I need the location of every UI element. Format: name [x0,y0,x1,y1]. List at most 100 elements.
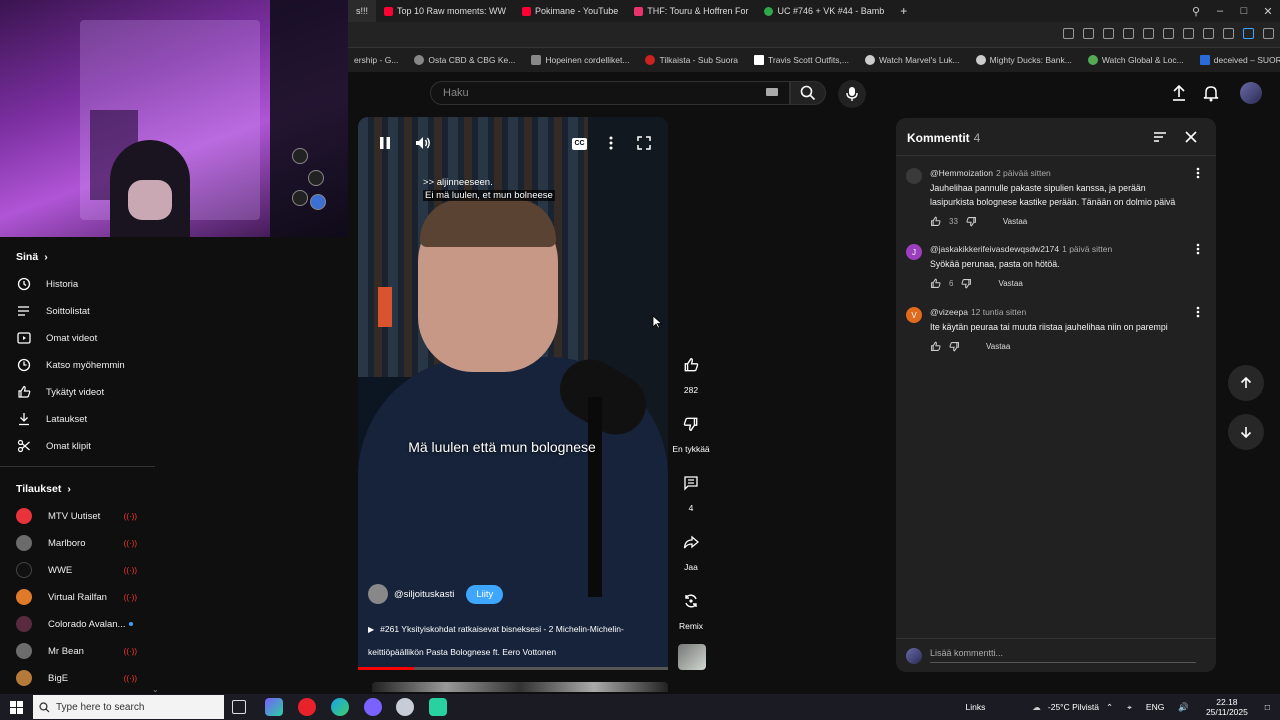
remix-sound-thumbnail[interactable] [678,644,706,670]
links-toolbar[interactable]: Links [966,702,986,712]
app-icon[interactable] [396,698,414,716]
search-input[interactable]: Haku [430,81,790,105]
commenter-avatar[interactable] [906,168,922,184]
weather-text[interactable]: -25°C Pilvistä [1048,702,1099,712]
wallet-icon[interactable] [1223,28,1234,39]
search-button[interactable] [790,81,826,105]
bookmark-item[interactable]: Watch Marvel's Luk... [859,55,966,65]
comment-more-icon[interactable] [1194,166,1202,180]
comment-author[interactable]: @jaskakikkerifeivasdewqsdw2174 [930,244,1059,254]
channel-avatar[interactable] [368,584,388,604]
sidebar-item-playlists[interactable]: Soittolistat [16,300,155,322]
volume-icon[interactable] [414,135,432,151]
bookmark-item[interactable]: Osta CBD & CBG Ke... [408,55,521,65]
sort-icon[interactable] [1153,130,1167,144]
comment-dislike-icon[interactable] [961,278,972,289]
subscription-mr-bean[interactable]: Mr Bean ((·)) [16,640,155,662]
add-comment-input[interactable]: Lisää kommentti... [930,648,1196,663]
edit-icon[interactable] [1063,28,1074,39]
language-indicator[interactable]: ENG [1146,702,1164,712]
bookmark-item[interactable]: deceived – SUORAT... [1194,55,1280,65]
join-button[interactable]: Liity [466,584,504,604]
video-title[interactable]: ▶ #261 Yksityiskohdat ratkaisevat bisneks… [368,618,658,663]
sidebar-item-downloads[interactable]: Lataukset [16,408,155,430]
bookmark-item[interactable]: Tilkaista - Sub Suora [639,55,744,65]
shield-icon[interactable] [1103,28,1114,39]
subscription-wwe[interactable]: WWE ((·)) [16,559,155,581]
browser-tab[interactable]: Pokimane - YouTube [514,0,626,22]
sidebar-subscriptions-header[interactable]: Tilaukset › [16,483,71,495]
comment-author[interactable]: @vizeepa [930,307,968,317]
comment-author[interactable]: @Hemmoization [930,168,993,178]
chevron-down-icon[interactable]: ⌄ [152,685,159,694]
comment-more-icon[interactable] [1194,242,1202,256]
comment-dislike-icon[interactable] [966,216,977,227]
comment-more-icon[interactable] [1194,305,1202,319]
commenter-avatar[interactable]: V [906,307,922,323]
volume-icon[interactable]: 🔊 [1178,702,1189,713]
camera-icon[interactable] [1083,28,1094,39]
reply-button[interactable]: Vastaa [1003,217,1027,226]
sidebar-item-liked-videos[interactable]: Tykätyt videot [16,381,155,403]
browser-tab[interactable]: THF: Touru & Hoffren For [626,0,756,22]
reply-button[interactable]: Vastaa [986,342,1010,351]
keyboard-icon[interactable] [766,88,778,96]
start-button[interactable] [0,694,32,720]
close-icon[interactable] [1184,130,1198,144]
previous-short-button[interactable] [1228,365,1264,401]
subscription-mtv-uutiset[interactable]: MTV Uutiset ((·)) [16,505,155,527]
opera-gx-icon[interactable] [298,698,316,716]
task-view-icon[interactable] [232,700,246,714]
comment-like-icon[interactable] [930,278,941,289]
browser-tab[interactable]: Top 10 Raw moments: WW [376,0,514,22]
pause-icon[interactable] [378,135,392,151]
clock[interactable]: 22.18 25/11/2025 [1206,697,1248,717]
reply-button[interactable]: Vastaa [998,279,1022,288]
bookmark-item[interactable]: Watch Global & Loc... [1082,55,1190,65]
captions-icon[interactable]: CC [572,138,587,150]
share-button[interactable] [676,527,706,557]
dislike-button[interactable] [676,409,706,439]
taskbar-app-icon[interactable] [265,698,283,716]
fullscreen-icon[interactable] [636,135,652,151]
network-icon[interactable]: ⌖ [1127,702,1132,713]
video-progress-bar[interactable] [358,667,668,670]
notifications-bell-icon[interactable] [1202,84,1220,102]
upload-icon[interactable] [1170,84,1188,102]
comment-dislike-icon[interactable] [949,341,960,352]
download-icon[interactable] [1183,28,1194,39]
comment-like-icon[interactable] [930,341,941,352]
subscription-bige[interactable]: BigE ((·)) [16,667,155,689]
comment-like-icon[interactable] [930,216,941,227]
comments-button[interactable] [676,468,706,498]
sidebar-item-watch-later[interactable]: Katso myöhemmin [16,354,155,376]
bookmark-item[interactable]: Hopeinen cordelliket... [525,55,635,65]
subscription-colorado-avalanche[interactable]: Colorado Avalan... [16,613,155,635]
minimize-button[interactable]: – [1208,5,1232,17]
channel-handle[interactable]: @siljoituskasti [394,589,454,600]
vpn-icon[interactable] [1263,28,1274,39]
commenter-avatar[interactable]: J [906,244,922,260]
chevron-up-icon[interactable]: ⌃ [1106,702,1113,713]
next-short-preview[interactable] [372,682,668,692]
browser-search-icon[interactable]: ⚲ [1184,5,1208,18]
sidebar-you-header[interactable]: Sinä › [16,251,48,263]
browser-tab[interactable]: s!!! [348,0,377,22]
subscription-marlboro[interactable]: Marlboro ((·)) [16,532,155,554]
app-icon[interactable] [429,698,447,716]
subscription-virtual-railfan[interactable]: Virtual Railfan ((·)) [16,586,155,608]
voice-search-button[interactable] [838,80,866,108]
sidebar-item-your-videos[interactable]: Omat videot [16,327,155,349]
remix-button[interactable] [676,586,706,616]
sidebar-item-clips[interactable]: Omat klipit [16,435,155,457]
extension-icon[interactable] [1123,28,1134,39]
notification-center-icon[interactable]: □ [1265,702,1270,712]
like-button[interactable] [676,350,706,380]
browser-tab[interactable]: UC #746 + VK #44 - Bamb [756,0,892,22]
bookmark-item[interactable]: ership - G... [348,55,404,65]
more-options-icon[interactable] [606,135,616,151]
account-avatar[interactable] [1240,82,1262,104]
maximize-button[interactable]: □ [1232,5,1256,17]
taskbar-search-input[interactable]: Type here to search [33,695,224,719]
new-tab-button[interactable]: + [892,0,915,22]
